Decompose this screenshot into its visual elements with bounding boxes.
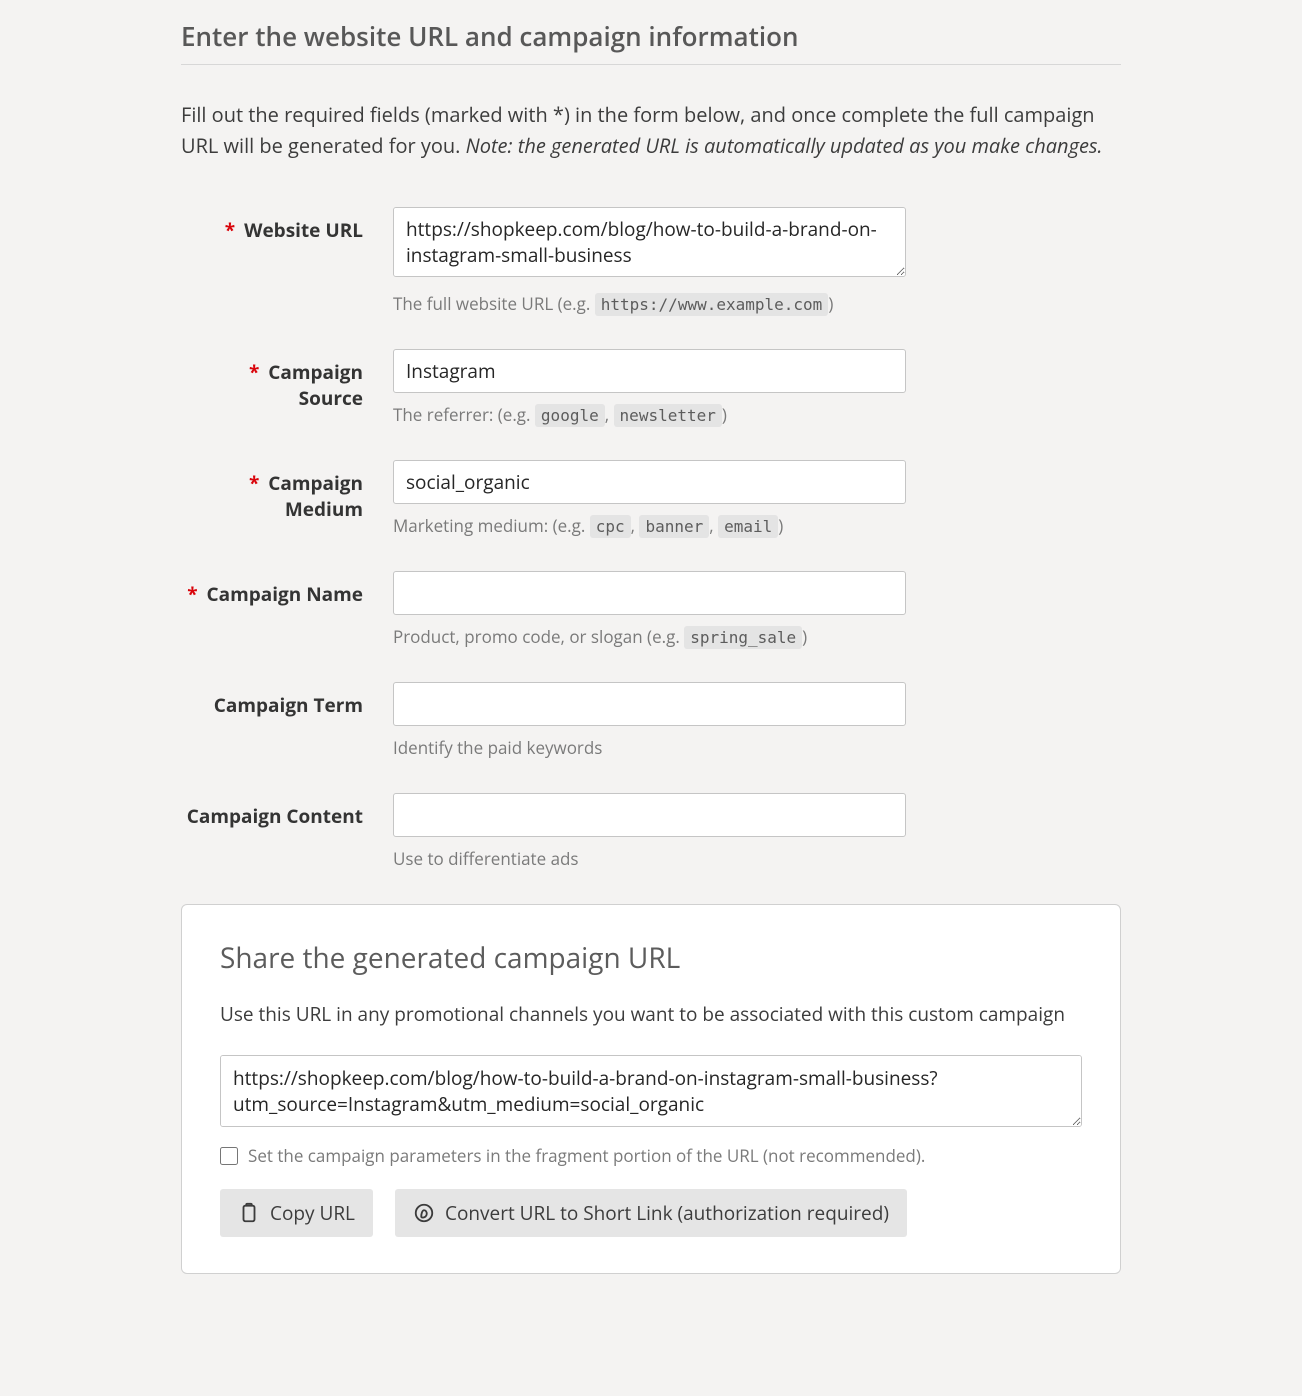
row-campaign-term: Campaign Term Identify the paid keywords xyxy=(181,682,1121,759)
share-heading: Share the generated campaign URL xyxy=(220,939,1082,977)
label-campaign-source: * Campaign Source xyxy=(181,349,393,411)
help-website-url: The full website URL (e.g. https://www.e… xyxy=(393,292,906,315)
row-campaign-medium: * Campaign Medium Marketing medium: (e.g… xyxy=(181,460,1121,537)
intro-note: Note: the generated URL is automatically… xyxy=(466,132,1103,159)
hint-code: spring_sale xyxy=(684,626,802,649)
row-campaign-name: * Campaign Name Product, promo code, or … xyxy=(181,571,1121,648)
label-campaign-medium: * Campaign Medium xyxy=(181,460,393,522)
label-text: Campaign Source xyxy=(268,359,363,411)
label-text: Website URL xyxy=(244,217,363,243)
campaign-content-input[interactable] xyxy=(393,793,906,837)
row-campaign-source: * Campaign Source The referrer: (e.g. go… xyxy=(181,349,1121,426)
label-campaign-name: * Campaign Name xyxy=(181,571,393,607)
campaign-source-input[interactable] xyxy=(393,349,906,393)
clipboard-icon xyxy=(238,1202,260,1224)
bitly-icon xyxy=(413,1202,435,1224)
help-campaign-medium: Marketing medium: (e.g. cpc, banner, ema… xyxy=(393,514,906,537)
label-text: Campaign Term xyxy=(214,692,363,718)
campaign-name-input[interactable] xyxy=(393,571,906,615)
label-text: Campaign Name xyxy=(207,581,364,607)
label-campaign-content: Campaign Content xyxy=(181,793,393,829)
share-sub: Use this URL in any promotional channels… xyxy=(220,1001,1082,1027)
generated-url-output[interactable]: https://shopkeep.com/blog/how-to-build-a… xyxy=(220,1055,1082,1127)
required-indicator: * xyxy=(249,359,259,385)
shorten-url-button[interactable]: Convert URL to Short Link (authorization… xyxy=(395,1189,907,1237)
label-website-url: * Website URL xyxy=(181,207,393,243)
fragment-checkbox[interactable] xyxy=(220,1147,238,1165)
help-campaign-content: Use to differentiate ads xyxy=(393,847,906,870)
page-title: Enter the website URL and campaign infor… xyxy=(181,18,1121,65)
fragment-checkbox-row[interactable]: Set the campaign parameters in the fragm… xyxy=(220,1144,1082,1167)
hint-code: email xyxy=(718,515,778,538)
label-text: Campaign Medium xyxy=(268,470,363,522)
campaign-term-input[interactable] xyxy=(393,682,906,726)
hint-code: banner xyxy=(639,515,709,538)
help-campaign-term: Identify the paid keywords xyxy=(393,736,906,759)
label-text: Campaign Content xyxy=(187,803,363,829)
help-campaign-source: The referrer: (e.g. google, newsletter) xyxy=(393,403,906,426)
intro-text: Fill out the required fields (marked wit… xyxy=(181,99,1121,161)
copy-url-label: Copy URL xyxy=(270,1200,355,1226)
hint-code: google xyxy=(535,404,605,427)
help-campaign-name: Product, promo code, or slogan (e.g. spr… xyxy=(393,625,906,648)
shorten-url-label: Convert URL to Short Link (authorization… xyxy=(445,1200,889,1226)
website-url-input[interactable]: https://shopkeep.com/blog/how-to-build-a… xyxy=(393,207,906,277)
row-website-url: * Website URL https://shopkeep.com/blog/… xyxy=(181,207,1121,315)
label-campaign-term: Campaign Term xyxy=(181,682,393,718)
fragment-checkbox-label: Set the campaign parameters in the fragm… xyxy=(248,1144,925,1167)
required-indicator: * xyxy=(225,217,235,243)
campaign-medium-input[interactable] xyxy=(393,460,906,504)
hint-code: newsletter xyxy=(614,404,722,427)
required-indicator: * xyxy=(187,581,197,607)
copy-url-button[interactable]: Copy URL xyxy=(220,1189,373,1237)
hint-code: cpc xyxy=(590,515,631,538)
required-indicator: * xyxy=(249,470,259,496)
hint-code: https://www.example.com xyxy=(595,293,829,316)
row-campaign-content: Campaign Content Use to differentiate ad… xyxy=(181,793,1121,870)
share-panel: Share the generated campaign URL Use thi… xyxy=(181,904,1121,1274)
